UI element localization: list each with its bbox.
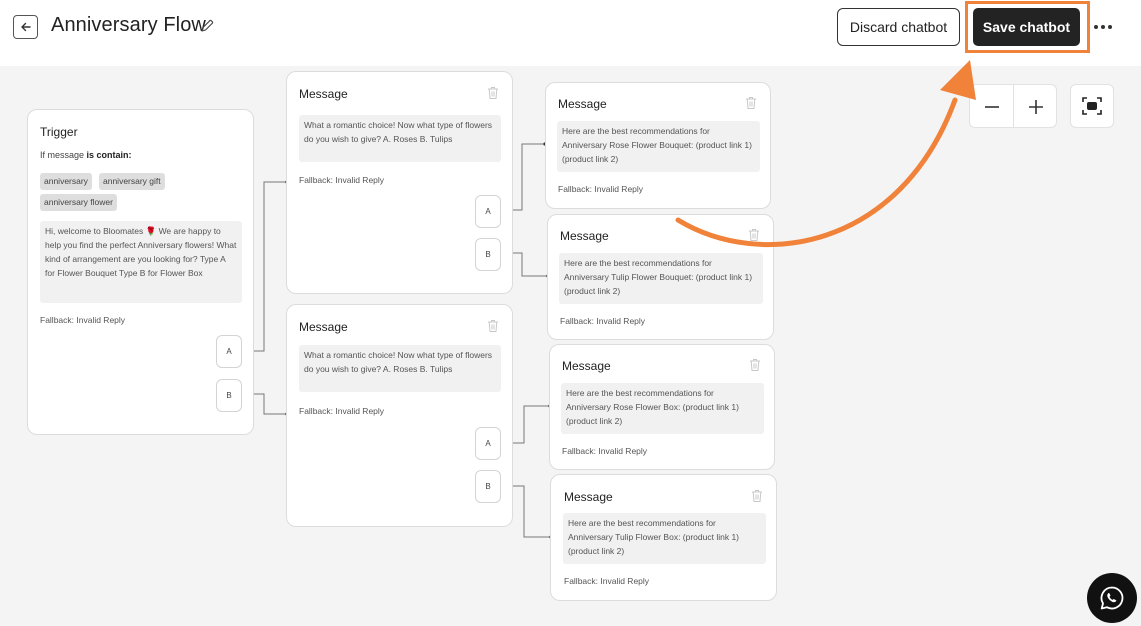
whatsapp-button[interactable] — [1087, 573, 1137, 623]
plus-icon — [1028, 99, 1043, 114]
message-title: Message — [299, 320, 348, 334]
message-text: Here are the best recommendations for An… — [557, 121, 760, 172]
message-card[interactable]: Message What a romantic choice! Now what… — [286, 71, 513, 294]
message-title: Message — [562, 359, 611, 373]
keyword-chip: anniversary gift — [99, 173, 165, 190]
canvas-scrollbar[interactable] — [1133, 66, 1141, 626]
message-text: What a romantic choice! Now what type of… — [299, 115, 501, 162]
trash-icon[interactable] — [748, 228, 760, 242]
message-card[interactable]: Message Here are the best recommendation… — [545, 82, 771, 209]
trash-icon[interactable] — [487, 319, 499, 333]
message-card[interactable]: Message Here are the best recommendation… — [547, 214, 774, 340]
message-card[interactable]: Message Here are the best recommendation… — [549, 344, 775, 470]
trigger-message-text: Hi, welcome to Bloomates 🌹 We are happy … — [40, 221, 242, 303]
trash-icon[interactable] — [487, 86, 499, 100]
option-button-b[interactable]: B — [475, 238, 501, 271]
message-title: Message — [558, 97, 607, 111]
trigger-title: Trigger — [40, 125, 78, 139]
message-text: Here are the best recommendations for An… — [559, 253, 763, 304]
message-fallback: Fallback: Invalid Reply — [564, 576, 650, 586]
message-fallback: Fallback: Invalid Reply — [299, 406, 385, 416]
trigger-condition: If message is contain: — [40, 150, 132, 160]
message-text: What a romantic choice! Now what type of… — [299, 345, 501, 392]
message-fallback: Fallback: Invalid Reply — [558, 184, 644, 194]
message-fallback: Fallback: Invalid Reply — [299, 175, 385, 185]
message-card[interactable]: Message Here are the best recommendation… — [550, 474, 777, 601]
message-fallback: Fallback: Invalid Reply — [560, 316, 646, 326]
trash-icon[interactable] — [751, 489, 763, 503]
top-bar: Anniversary Flow Discard chatbot Save ch… — [0, 0, 1141, 66]
message-title: Message — [299, 87, 348, 101]
message-title: Message — [560, 229, 609, 243]
back-button[interactable] — [13, 15, 38, 39]
minus-icon — [984, 105, 999, 108]
page-title: Anniversary Flow — [51, 14, 206, 36]
trigger-condition-prefix: If message — [40, 150, 85, 160]
message-text: Here are the best recommendations for An… — [563, 513, 766, 564]
keyword-chip: anniversary flower — [40, 194, 117, 211]
trash-icon[interactable] — [749, 358, 761, 372]
discard-chatbot-button[interactable]: Discard chatbot — [837, 8, 960, 46]
trash-icon[interactable] — [745, 96, 757, 110]
keyword-chip: anniversary — [40, 173, 92, 190]
trigger-card[interactable]: Trigger If message is contain: anniversa… — [27, 109, 254, 435]
message-text: Here are the best recommendations for An… — [561, 383, 764, 434]
more-horizontal-icon[interactable] — [1094, 22, 1114, 32]
trigger-fallback: Fallback: Invalid Reply — [40, 315, 126, 325]
option-button-a[interactable]: A — [475, 195, 501, 228]
whatsapp-icon — [1100, 586, 1124, 610]
option-button-a[interactable]: A — [475, 427, 501, 460]
message-card[interactable]: Message What a romantic choice! Now what… — [286, 304, 513, 527]
trigger-condition-operator: is contain: — [86, 150, 132, 160]
option-button-a[interactable]: A — [216, 335, 242, 368]
save-chatbot-button[interactable]: Save chatbot — [973, 8, 1080, 46]
zoom-out-button[interactable] — [970, 85, 1013, 128]
fit-screen-icon — [1082, 97, 1102, 115]
fit-screen-button[interactable] — [1070, 84, 1114, 128]
pencil-icon[interactable] — [200, 19, 214, 33]
message-title: Message — [564, 490, 613, 504]
message-fallback: Fallback: Invalid Reply — [562, 446, 648, 456]
arrow-left-icon — [20, 22, 31, 32]
zoom-in-button[interactable] — [1014, 85, 1057, 128]
zoom-controls — [969, 84, 1057, 128]
option-button-b[interactable]: B — [216, 379, 242, 412]
option-button-b[interactable]: B — [475, 470, 501, 503]
